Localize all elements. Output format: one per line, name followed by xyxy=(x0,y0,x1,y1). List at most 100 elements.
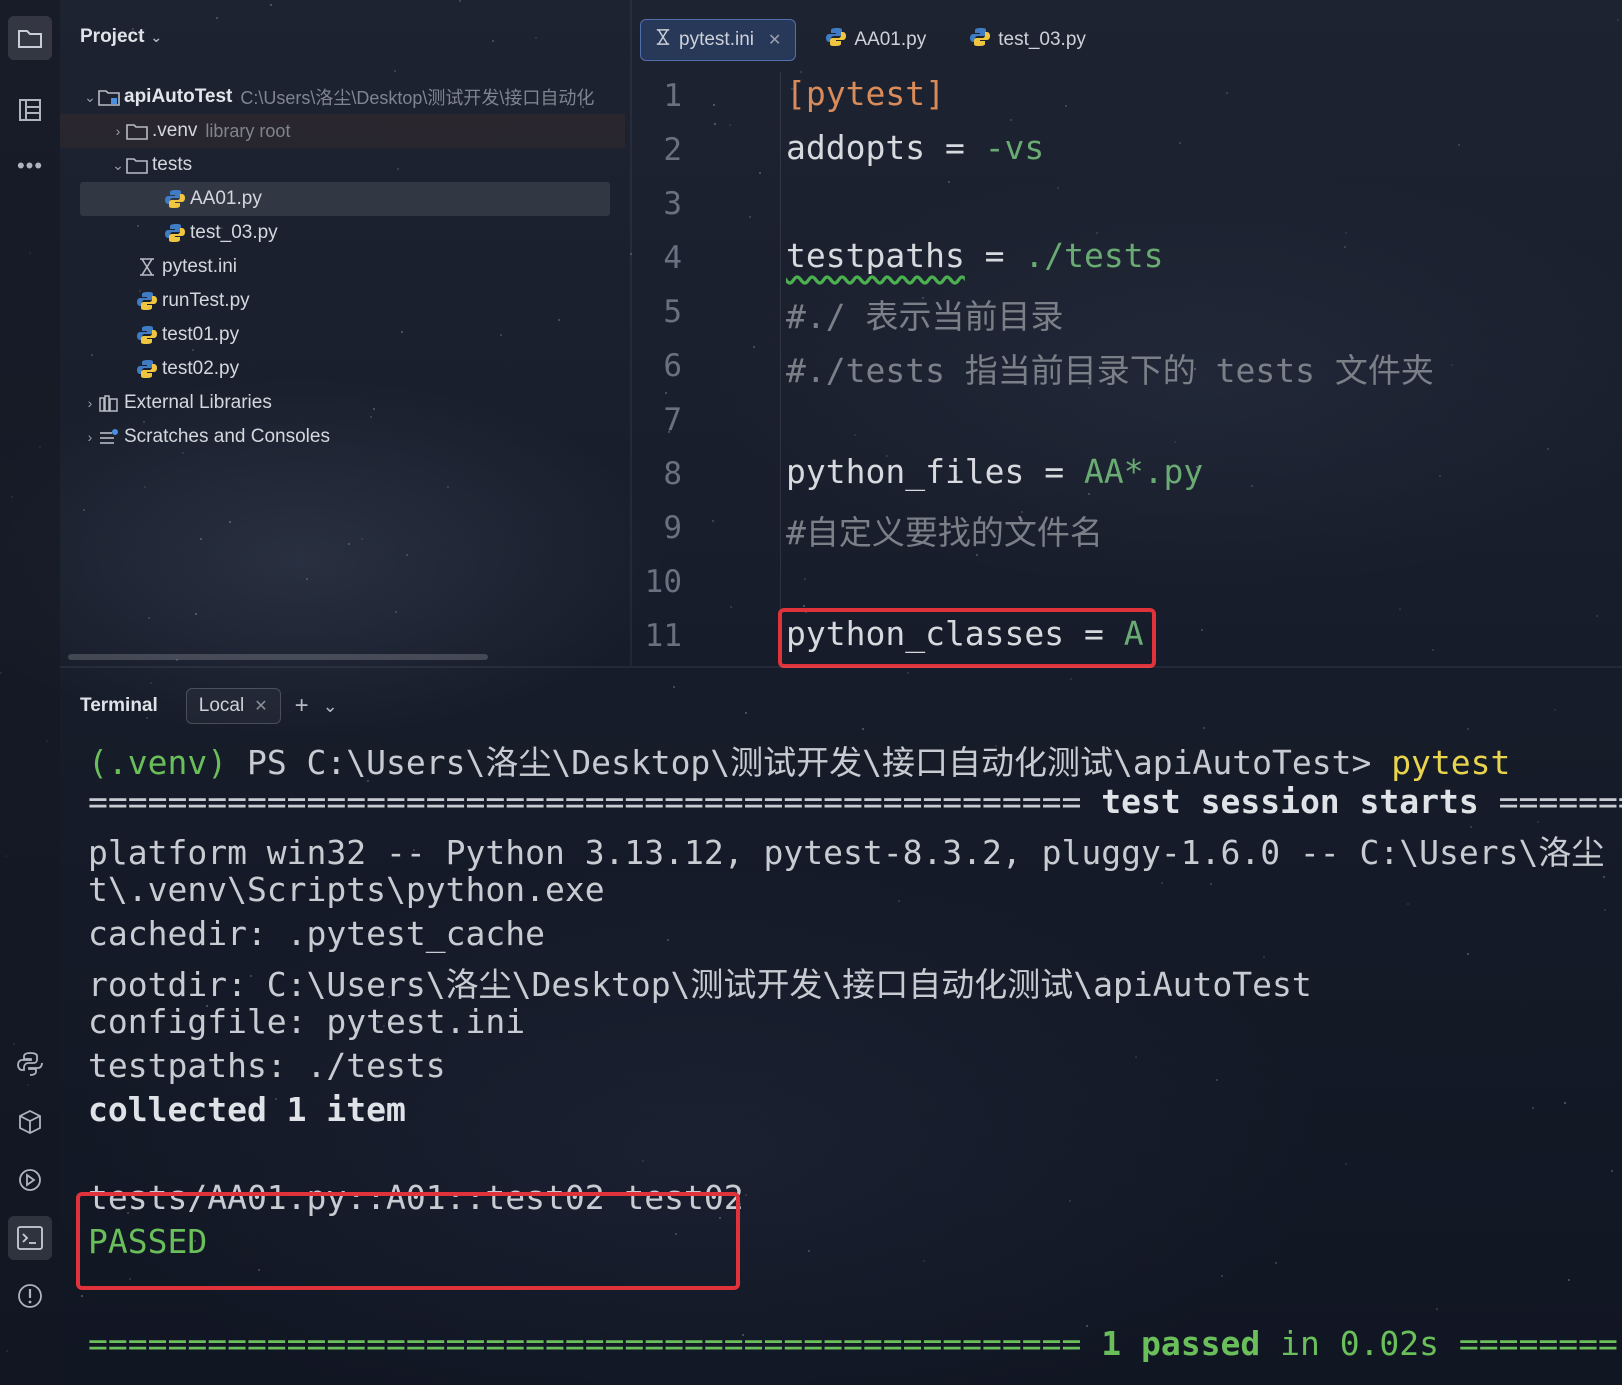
line-number: 10 xyxy=(644,564,682,600)
python-file-icon xyxy=(164,223,186,243)
star xyxy=(1564,1102,1566,1104)
code-line-2: addopts = -vs xyxy=(786,128,1044,167)
star xyxy=(642,1160,644,1162)
star xyxy=(1161,882,1163,884)
plus-icon[interactable]: + xyxy=(295,692,309,720)
python-file-icon xyxy=(136,359,158,379)
tree-item-tests[interactable]: ⌄ tests xyxy=(60,148,625,182)
chevron-right-icon[interactable]: › xyxy=(82,395,98,411)
code-line-8: python_files = AA*.py xyxy=(786,452,1203,491)
project-horizontal-scrollbar[interactable] xyxy=(68,654,488,660)
star xyxy=(745,712,747,714)
code-key: addopts = xyxy=(786,128,985,167)
problems-icon[interactable] xyxy=(14,1280,46,1312)
tree-item-aa01[interactable]: AA01.py xyxy=(80,182,610,216)
line-number: 8 xyxy=(663,456,682,492)
code-key: python_files = xyxy=(786,452,1085,491)
star xyxy=(1221,1275,1223,1277)
line-number: 1 xyxy=(663,78,682,114)
panel-divider[interactable] xyxy=(630,0,632,666)
tree-item-test-03[interactable]: test_03.py xyxy=(60,216,625,250)
star xyxy=(1611,1170,1613,1172)
star xyxy=(1467,953,1469,955)
star xyxy=(923,1260,925,1262)
config-file-icon xyxy=(655,28,671,52)
star xyxy=(1532,1107,1534,1109)
chevron-down-icon[interactable]: ⌄ xyxy=(110,157,126,174)
chevron-down-icon: ⌄ xyxy=(150,28,163,45)
editor-tab-bar: pytest.ini ✕ AA01.py test_03.py xyxy=(640,18,1116,62)
terminal-title: Terminal xyxy=(80,695,158,716)
star xyxy=(1617,19,1619,21)
tree-item-label: apiAutoTest xyxy=(124,86,233,107)
star xyxy=(150,682,152,684)
tree-item-venv[interactable]: › .venv library root xyxy=(60,114,625,148)
exe-line: t\.venv\Scripts\python.exe xyxy=(88,870,605,909)
tab-aa01[interactable]: AA01.py xyxy=(812,19,940,61)
project-folder-icon[interactable] xyxy=(8,16,52,60)
close-icon[interactable]: ✕ xyxy=(768,30,781,50)
tree-item-apiautotest[interactable]: ⌄ apiAutoTest C:\Users\洛尘\Desktop\测试开发\接… xyxy=(60,80,625,114)
rule: ======== xyxy=(1458,1324,1618,1363)
star xyxy=(406,554,408,556)
tree-item-runtest[interactable]: runTest.py xyxy=(60,284,625,318)
star xyxy=(1210,883,1212,885)
tab-test-03[interactable]: test_03.py xyxy=(956,19,1100,61)
rule: ======= xyxy=(1478,782,1622,821)
chevron-right-icon[interactable]: › xyxy=(110,123,126,139)
python-file-icon xyxy=(826,27,847,53)
tree-item-label: runTest.py xyxy=(162,290,250,311)
tree-item-scratches[interactable]: › Scratches and Consoles xyxy=(60,420,625,454)
summary-time: in 0.02s xyxy=(1260,1324,1459,1363)
star xyxy=(1603,876,1605,878)
tree-item-path: C:\Users\洛尘\Desktop\测试开发\接口自动化 xyxy=(240,88,595,108)
more-tools-icon[interactable]: ••• xyxy=(14,150,46,182)
chevron-right-icon[interactable]: › xyxy=(82,429,98,445)
line-number: 7 xyxy=(663,402,682,438)
code-value: AA*.py xyxy=(1084,452,1204,491)
tree-item-test02[interactable]: test02.py xyxy=(60,352,625,386)
star xyxy=(492,40,494,42)
star xyxy=(229,521,231,523)
summary-count: 1 passed xyxy=(1101,1324,1261,1363)
code-line-6: #./tests 指当前目录下的 tests 文件夹 xyxy=(786,351,1434,390)
tab-pytest-ini[interactable]: pytest.ini ✕ xyxy=(640,19,797,61)
star xyxy=(898,900,900,902)
services-icon[interactable] xyxy=(14,1164,46,1196)
library-icon xyxy=(98,393,120,413)
chevron-down-icon[interactable]: ⌄ xyxy=(323,696,338,717)
tab-label: test_03.py xyxy=(998,29,1086,50)
tree-item-test01[interactable]: test01.py xyxy=(60,318,625,352)
highlight-box xyxy=(76,1192,740,1290)
terminal-divider[interactable] xyxy=(60,666,1622,668)
star xyxy=(1203,727,1205,729)
star xyxy=(348,543,350,545)
terminal-prompt-line: (.venv) PS C:\Users\洛尘\Desktop\测试开发\接口自动… xyxy=(88,736,1510,784)
tree-item-label: AA01.py xyxy=(190,188,262,209)
star xyxy=(673,686,675,688)
star xyxy=(907,672,909,674)
testpaths-line: testpaths: ./tests xyxy=(88,1046,446,1085)
star xyxy=(1070,678,1072,680)
chevron-down-icon[interactable]: ⌄ xyxy=(82,89,98,106)
python-packages-icon[interactable] xyxy=(14,1106,46,1138)
close-icon[interactable]: ✕ xyxy=(254,696,267,716)
project-panel-header[interactable]: Project ⌄ xyxy=(80,26,162,48)
python-file-icon xyxy=(136,325,158,345)
code-editor[interactable]: 1 2 3 4 5 6 7 8 9 10 11 [pytest] addopts… xyxy=(640,72,1622,668)
terminal-icon[interactable] xyxy=(8,1216,52,1260)
tree-item-pytest-ini[interactable]: pytest.ini xyxy=(60,250,625,284)
collected-line: collected 1 item xyxy=(88,1090,406,1129)
tree-item-external-libraries[interactable]: › External Libraries xyxy=(60,386,625,420)
star xyxy=(270,4,272,6)
structure-icon[interactable] xyxy=(14,94,46,126)
prompt-command: pytest xyxy=(1391,743,1511,782)
session-title: test session starts xyxy=(1101,782,1479,821)
terminal-tab-local[interactable]: Local ✕ xyxy=(185,688,281,724)
rule: ========================================… xyxy=(88,782,1102,821)
star xyxy=(306,578,308,580)
python-console-icon[interactable] xyxy=(14,1048,46,1080)
tree-item-label: External Libraries xyxy=(124,392,272,413)
tree-item-label: test02.py xyxy=(162,358,240,379)
star xyxy=(1537,821,1539,823)
